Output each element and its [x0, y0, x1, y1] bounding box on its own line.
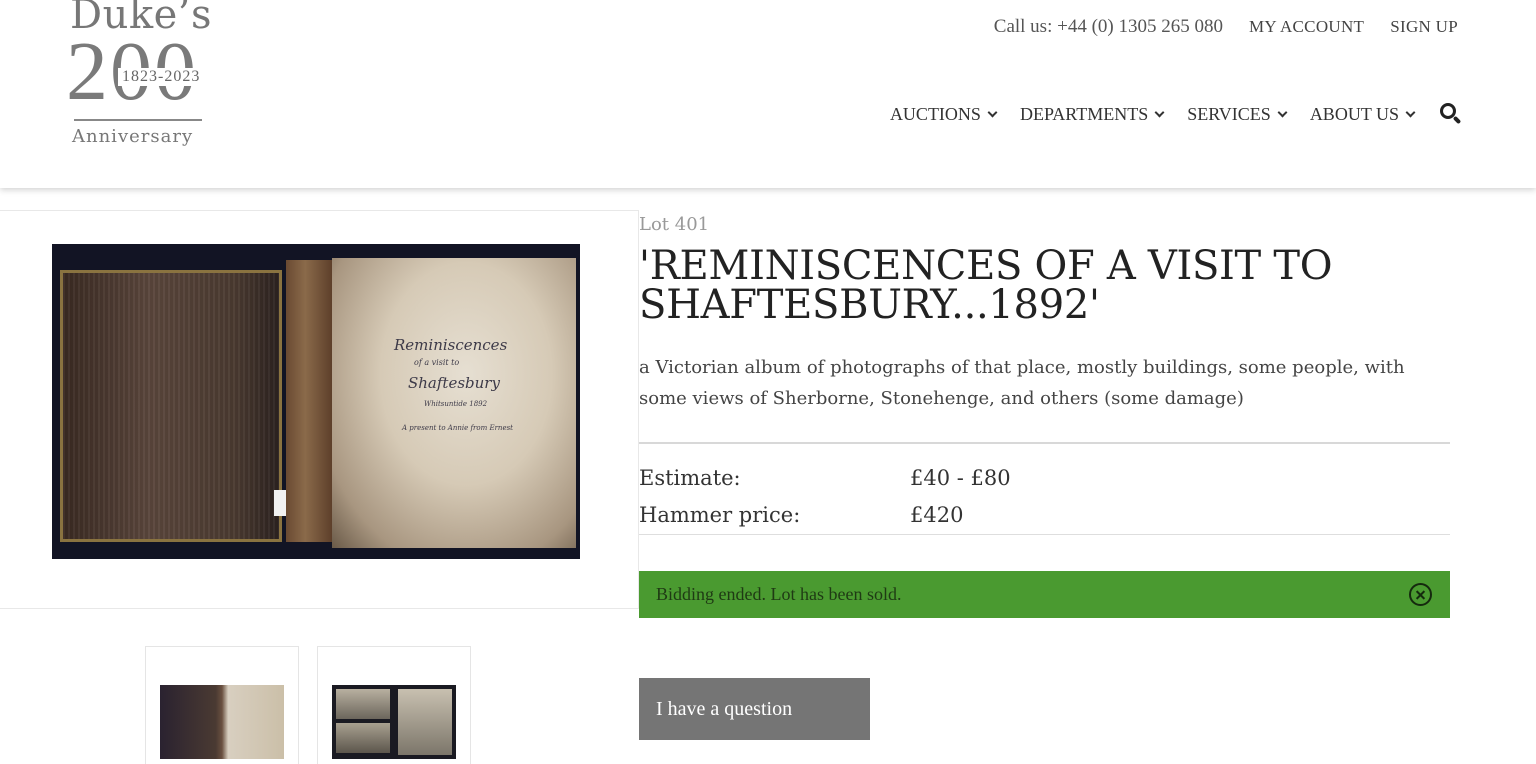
nav-item-label: DEPARTMENTS	[1019, 103, 1149, 124]
album-inscription: of a visit to	[414, 358, 460, 367]
estimate-label: Estimate:	[639, 466, 741, 490]
sign-up-link[interactable]: SIGN UP	[1390, 17, 1458, 37]
thumbnail-1[interactable]	[145, 646, 299, 764]
nav-item-label: ABOUT US	[1309, 103, 1399, 124]
logo-divider	[74, 119, 202, 121]
album-spine	[286, 260, 334, 542]
main-nav: AUCTIONS DEPARTMENTS SERVICES ABOUT US	[890, 103, 1462, 125]
divider	[639, 442, 1450, 444]
status-banner: Bidding ended. Lot has been sold.	[639, 571, 1450, 618]
main-image-panel: Reminiscences of a visit to Shaftesbury …	[0, 210, 639, 609]
nav-item-services[interactable]: SERVICES	[1187, 103, 1288, 125]
album-inscription: Whitsuntide 1892	[424, 400, 488, 408]
status-message: Bidding ended. Lot has been sold.	[656, 584, 902, 604]
album-cover	[60, 270, 282, 542]
album-inscription: Shaftesbury	[408, 374, 500, 392]
logo-tagline: Anniversary	[72, 126, 194, 147]
top-bar: Call us: +44 (0) 1305 265 080 MY ACCOUNT…	[994, 16, 1458, 38]
nav-item-label: AUCTIONS	[889, 103, 981, 124]
estimate-value: £40 - £80	[910, 466, 1011, 490]
chevron-down-icon	[987, 107, 998, 117]
album-inscription: A present to Annie from Ernest	[402, 424, 513, 432]
ask-question-button[interactable]: I have a question	[639, 678, 870, 740]
site-header: Duke’s 200 1823-2023 Anniversary Call us…	[0, 0, 1536, 188]
hammer-price-value: £420	[910, 503, 964, 527]
lot-description: a Victorian album of photographs of that…	[639, 357, 1405, 409]
lot-number: Lot 401	[639, 214, 710, 235]
divider	[639, 534, 1450, 535]
lot-main-photo[interactable]: Reminiscences of a visit to Shaftesbury …	[52, 244, 580, 559]
thumbnail-2[interactable]	[317, 646, 471, 764]
close-icon[interactable]	[1409, 583, 1432, 606]
phone-number[interactable]: Call us: +44 (0) 1305 265 080	[994, 16, 1223, 38]
thumbnail-image	[332, 685, 456, 759]
album-inscription: Reminiscences	[394, 336, 508, 354]
nav-item-auctions[interactable]: AUCTIONS	[889, 103, 998, 125]
my-account-link[interactable]: MY ACCOUNT	[1249, 17, 1364, 37]
lot-title: 'REMINISCENCES OF A VISIT TO SHAFTESBURY…	[639, 243, 1333, 328]
chevron-down-icon	[1277, 107, 1288, 117]
nav-item-about-us[interactable]: ABOUT US	[1309, 103, 1416, 125]
dukes-200-logo[interactable]: Duke’s 200 1823-2023 Anniversary	[60, 0, 230, 157]
album-title-page: Reminiscences of a visit to Shaftesbury …	[332, 258, 576, 548]
chevron-down-icon	[1405, 107, 1416, 117]
album-tag	[274, 490, 286, 516]
nav-item-departments[interactable]: DEPARTMENTS	[1019, 103, 1165, 125]
thumbnail-image	[160, 685, 284, 759]
hammer-price-label: Hammer price:	[639, 503, 801, 527]
lot-details: Lot 401 'REMINISCENCES OF A VISIT TO SHA…	[639, 210, 1450, 740]
search-icon[interactable]	[1440, 103, 1462, 125]
logo-years: 1823-2023	[118, 68, 205, 86]
nav-item-label: SERVICES	[1187, 103, 1271, 124]
chevron-down-icon	[1154, 107, 1165, 117]
